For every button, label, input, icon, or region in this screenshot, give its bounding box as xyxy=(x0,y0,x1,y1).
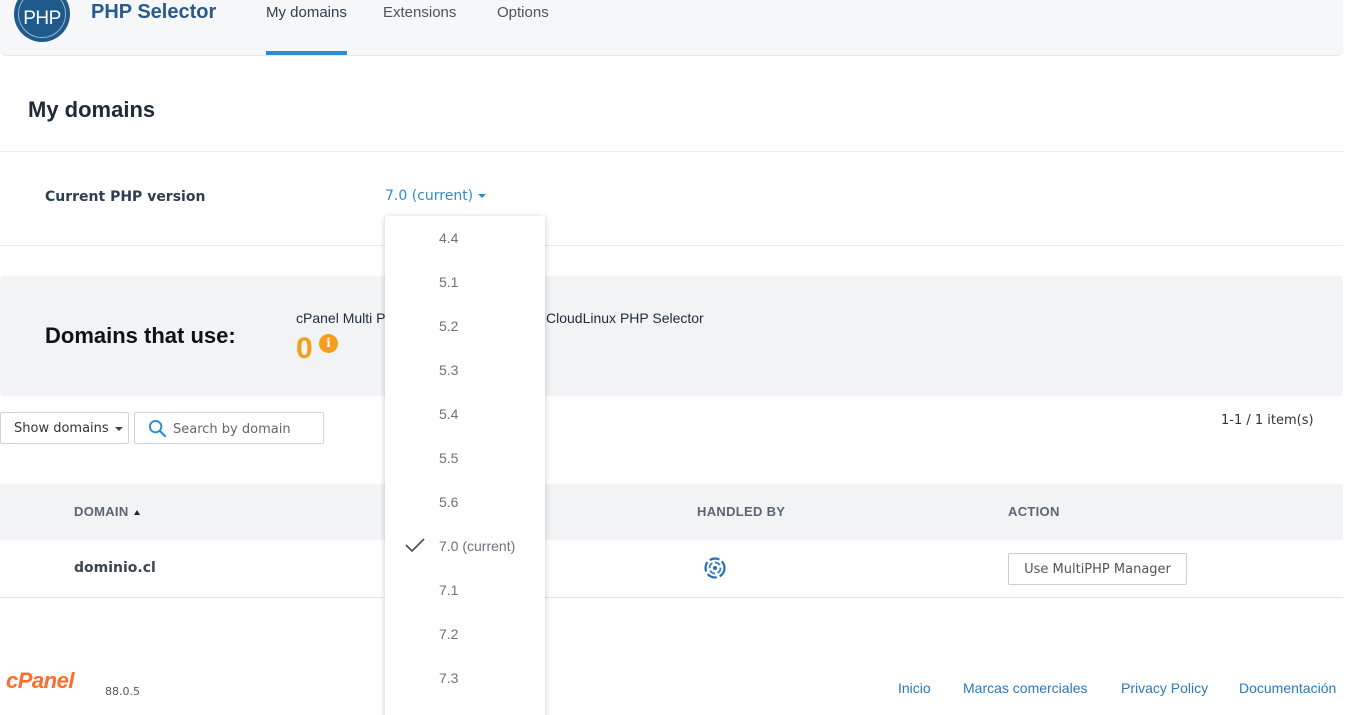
dropdown-option[interactable]: 5.4 xyxy=(385,392,545,436)
tab-my-domains[interactable]: My domains xyxy=(266,4,347,21)
dropdown-option[interactable]: 5.3 xyxy=(385,348,545,392)
active-tab-indicator xyxy=(266,51,347,55)
column-header-handled-by: HANDLED BY xyxy=(697,504,786,519)
top-navigation-bar: PHP PHP Selector My domains Extensions O… xyxy=(0,0,1343,56)
domains-summary-panel: Domains that use: cPanel Multi P CloudLi… xyxy=(0,276,1343,396)
table-header: DOMAIN HANDLED BY ACTION xyxy=(0,484,1343,540)
search-input[interactable] xyxy=(173,420,321,438)
dropdown-option[interactable]: 7.1 xyxy=(385,568,545,612)
search-icon xyxy=(148,419,167,438)
php-version-dropdown-toggle[interactable]: 7.0 (current) xyxy=(385,188,487,204)
caret-down-icon xyxy=(114,426,123,431)
dropdown-option-label: 7.0 (current) xyxy=(439,538,516,554)
dropdown-option-label: 5.6 xyxy=(439,494,459,510)
footer-link-privacy[interactable]: Privacy Policy xyxy=(1121,680,1208,696)
dropdown-option[interactable]: 7.2 xyxy=(385,612,545,656)
dropdown-option-label: 5.2 xyxy=(439,318,459,334)
dropdown-option-label: 4.4 xyxy=(439,230,459,246)
caret-down-icon xyxy=(478,194,487,198)
dropdown-option[interactable]: 7.0 (current) xyxy=(385,524,545,568)
show-domains-button[interactable]: Show domains xyxy=(0,412,129,444)
dropdown-option-label: 5.5 xyxy=(439,450,459,466)
php-logo-text: PHP xyxy=(23,8,61,29)
info-icon[interactable]: i xyxy=(319,334,338,353)
dropdown-option-label: 7.2 xyxy=(439,626,459,642)
domain-cell: dominio.cl xyxy=(74,560,156,576)
dropdown-option[interactable]: 7.3 xyxy=(385,656,545,700)
domains-that-use-title: Domains that use: xyxy=(45,323,236,348)
table-row: dominio.cl Use MultiPHP Manager xyxy=(0,540,1343,598)
use-multiphp-manager-button[interactable]: Use MultiPHP Manager xyxy=(1008,553,1187,585)
dropdown-option[interactable]: 5.2 xyxy=(385,304,545,348)
footer-link-documentacion[interactable]: Documentación xyxy=(1239,680,1336,696)
column-header-action: ACTION xyxy=(1008,504,1060,519)
dropdown-option[interactable]: 5.1 xyxy=(385,260,545,304)
php-version-dropdown-menu: 4.4 5.1 5.2 5.3 5.4 5.5 5.6 7.0 (current) 7.1 7.2… xyxy=(385,216,545,715)
php-logo: PHP xyxy=(14,0,70,42)
divider xyxy=(0,245,1343,246)
app-title: PHP Selector xyxy=(91,1,217,23)
php-version-value: 7.0 (current) xyxy=(385,188,474,204)
tab-options[interactable]: Options xyxy=(497,4,549,21)
show-domains-label: Show domains xyxy=(14,421,109,436)
dropdown-option-label: 5.1 xyxy=(439,274,459,290)
search-box[interactable] xyxy=(134,412,324,444)
dropdown-option-label: 5.3 xyxy=(439,362,459,378)
cloudlinux-selector-label: CloudLinux PHP Selector xyxy=(546,310,704,326)
dropdown-option-label: 5.4 xyxy=(439,406,459,422)
php-version-label: Current PHP version xyxy=(45,189,206,205)
cloudlinux-icon xyxy=(704,557,726,579)
cpanel-version: 88.0.5 xyxy=(105,685,140,698)
footer-link-inicio[interactable]: Inicio xyxy=(898,680,931,696)
cpanel-multiphp-label: cPanel Multi P xyxy=(296,310,386,326)
dropdown-option[interactable]: 4.4 xyxy=(385,216,545,260)
pagination-count: 1-1 / 1 item(s) xyxy=(1221,413,1314,428)
divider xyxy=(0,151,1343,152)
cpanel-domain-count: 0 xyxy=(296,332,313,365)
column-header-domain[interactable]: DOMAIN xyxy=(74,504,140,519)
sort-ascending-icon xyxy=(133,510,140,516)
page-title: My domains xyxy=(28,97,156,122)
dropdown-option[interactable]: 5.5 xyxy=(385,436,545,480)
dropdown-option-label: 7.3 xyxy=(439,670,459,686)
dropdown-option-label: 7.1 xyxy=(439,582,459,598)
dropdown-option[interactable]: 5.6 xyxy=(385,480,545,524)
footer-link-marcas[interactable]: Marcas comerciales xyxy=(963,680,1087,696)
checkmark-icon xyxy=(405,538,425,553)
cpanel-logo: cPanel xyxy=(6,668,74,693)
tab-extensions[interactable]: Extensions xyxy=(383,4,456,21)
